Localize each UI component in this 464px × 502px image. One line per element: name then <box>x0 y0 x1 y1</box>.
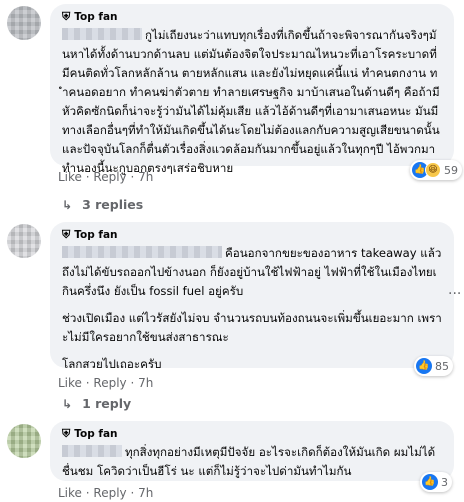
replies-label: 1 reply <box>82 396 132 411</box>
reaction-summary[interactable]: 👍 85 <box>414 356 453 376</box>
avatar[interactable] <box>7 224 41 258</box>
reply-button[interactable]: Reply <box>93 376 126 390</box>
shield-icon: ⛨ <box>62 228 71 241</box>
reply-button[interactable]: Reply <box>93 170 126 184</box>
comment-actions: Like · Reply · 7h <box>58 170 153 184</box>
blurred-username[interactable] <box>62 28 142 40</box>
blurred-username[interactable] <box>62 246 222 258</box>
like-button[interactable]: Like <box>58 486 82 500</box>
shield-icon: ⛨ <box>62 427 71 440</box>
separator: · <box>126 376 139 390</box>
view-replies-button[interactable]: ↳ 1 reply <box>62 396 131 411</box>
comment-paragraph: ช่วงเปิดเมือง แต่ไวรัสยังไม่จบ จำนวนรถบน… <box>62 311 442 344</box>
timestamp[interactable]: 7h <box>138 376 153 390</box>
comment-text: กูไม่เถียงนะว่าแทบทุกเรื่องที่เกิดขึ้นถ้… <box>62 26 442 178</box>
timestamp[interactable]: 7h <box>138 170 153 184</box>
avatar[interactable] <box>7 424 41 458</box>
laughing-face-icon: 😆 <box>425 162 441 178</box>
replies-label: 3 replies <box>82 197 144 212</box>
separator: · <box>126 486 139 500</box>
comment-bubble: ⛨ Top fan ทุกสิ่งทุกอย่างมีเหตุมีปัจจัย … <box>50 421 454 481</box>
reaction-summary[interactable]: 👍 😆 59 <box>410 160 462 180</box>
badge-label: Top fan <box>74 229 118 241</box>
comment-paragraph: กูไม่เถียงนะว่าแทบทุกเรื่องที่เกิดขึ้นถ้… <box>62 28 440 175</box>
view-replies-button[interactable]: ↳ 3 replies <box>62 197 143 212</box>
top-fan-badge: ⛨ Top fan <box>62 10 442 24</box>
reaction-count: 59 <box>444 163 458 177</box>
reaction-summary[interactable]: 👍 3 <box>420 472 452 492</box>
badge-label: Top fan <box>74 428 118 440</box>
badge-label: Top fan <box>74 11 118 23</box>
thumbs-up-icon: 👍 <box>422 474 438 490</box>
comment-text: ทุกสิ่งทุกอย่างมีเหตุมีปัจจัย อะไรจะเกิด… <box>62 443 442 481</box>
comment-bubble: ⛨ Top fan คือนอกจากขยะของอาหาร takeaway … <box>50 222 454 371</box>
reply-arrow-icon: ↳ <box>62 197 73 212</box>
thumbs-up-icon: 👍 <box>416 358 432 374</box>
separator: · <box>81 486 94 500</box>
comment-actions: Like · Reply · 7h <box>58 376 153 390</box>
separator: · <box>126 170 139 184</box>
separator: · <box>81 376 94 390</box>
shield-icon: ⛨ <box>62 10 71 23</box>
reply-arrow-icon: ↳ <box>62 396 73 411</box>
timestamp[interactable]: 7h <box>138 486 153 500</box>
reply-button[interactable]: Reply <box>93 486 126 500</box>
top-fan-badge: ⛨ Top fan <box>62 427 442 441</box>
comment-actions: Like · Reply · 7h <box>58 486 153 500</box>
like-button[interactable]: Like <box>58 170 82 184</box>
blurred-username[interactable] <box>62 445 122 457</box>
more-dots-icon[interactable]: ··· <box>448 286 461 302</box>
comment-bubble: ⛨ Top fan กูไม่เถียงนะว่าแทบทุกเรื่องที่… <box>50 4 454 175</box>
like-button[interactable]: Like <box>58 376 82 390</box>
avatar[interactable] <box>7 6 41 40</box>
reaction-count: 85 <box>435 359 449 373</box>
separator: · <box>81 170 94 184</box>
reaction-count: 3 <box>441 475 448 489</box>
top-fan-badge: ⛨ Top fan <box>62 228 442 242</box>
comment-paragraph: โลกสวยไปเถอะครับ <box>62 357 162 371</box>
comment-text: คือนอกจากขยะของอาหาร takeaway แล้ว ถึงไม… <box>62 244 442 374</box>
